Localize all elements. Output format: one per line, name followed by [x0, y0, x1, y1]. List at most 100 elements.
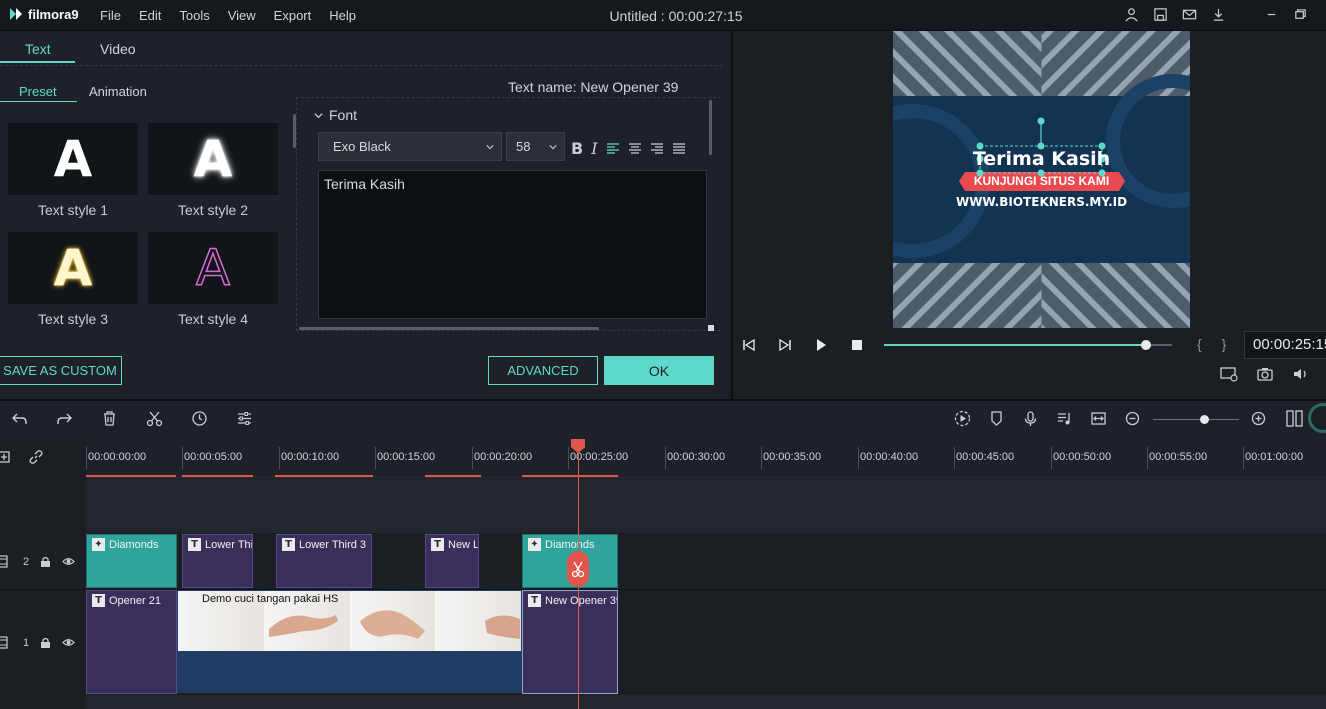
track-2-header: 2	[0, 555, 75, 568]
download-icon[interactable]	[1211, 7, 1226, 22]
font-panel-scrollbar[interactable]	[709, 100, 712, 155]
font-size-select[interactable]: 58	[506, 132, 565, 161]
previous-frame-icon[interactable]	[741, 337, 757, 353]
horizontal-scrollbar[interactable]	[299, 327, 599, 330]
link-icon[interactable]	[28, 449, 44, 465]
audio-mixer-icon[interactable]	[1056, 410, 1073, 427]
seek-bar-handle[interactable]	[1141, 340, 1151, 350]
text-style-3-card[interactable]: A	[8, 232, 138, 304]
zoom-in-icon[interactable]	[1250, 410, 1267, 427]
text-clip-icon: T	[188, 538, 201, 551]
align-justify-icon[interactable]	[672, 142, 686, 155]
font-family-value: Exo Black	[333, 139, 391, 154]
text-clip-icon: T	[431, 538, 444, 551]
ruler-tick	[665, 447, 666, 469]
save-as-custom-button[interactable]: SAVE AS CUSTOM	[0, 356, 122, 385]
font-heading: Font	[329, 107, 358, 123]
advanced-button[interactable]: ADVANCED	[488, 356, 598, 385]
split-icon[interactable]	[146, 410, 163, 427]
snapshot-icon[interactable]	[1256, 366, 1274, 382]
render-preview-icon[interactable]	[1220, 366, 1238, 382]
clip-header: T New L	[431, 538, 478, 551]
chevron-down-icon	[549, 145, 557, 150]
font-section-header[interactable]: Font	[314, 107, 357, 123]
render-icon[interactable]	[954, 410, 971, 427]
marker-icon[interactable]	[988, 410, 1005, 427]
mail-icon[interactable]	[1182, 7, 1197, 22]
format-toolbar: B I	[571, 139, 686, 158]
text-style-2-card[interactable]: A	[148, 123, 278, 195]
lock-icon[interactable]	[39, 636, 52, 649]
tab-text[interactable]: Text	[25, 41, 51, 57]
tab-video[interactable]: Video	[100, 41, 136, 57]
video-thumbnail	[349, 591, 436, 651]
marker-braces[interactable]: { }	[1197, 336, 1234, 352]
timeline-ruler[interactable]: 00:00:00:00 00:00:05:00 00:00:10:00 00:0…	[86, 439, 1326, 478]
eye-icon[interactable]	[62, 555, 75, 568]
text-content-field[interactable]: Terima Kasih	[318, 170, 707, 319]
ruler-label: 00:00:10:00	[281, 451, 340, 463]
restore-icon[interactable]	[1293, 7, 1308, 22]
text-style-4-card[interactable]: A	[148, 232, 278, 304]
font-size-value: 58	[516, 139, 531, 154]
video-preview[interactable]: Terima Kasih KUNJUNGI SITUS KAMI WWW.BIO…	[893, 31, 1190, 328]
undo-icon[interactable]	[11, 410, 28, 427]
minimize-icon[interactable]	[1264, 7, 1279, 22]
bold-icon[interactable]: B	[571, 139, 583, 158]
redo-icon[interactable]	[56, 410, 73, 427]
clip-lower-third-3[interactable]: T Lower Third 3	[276, 534, 372, 588]
align-center-icon[interactable]	[628, 142, 642, 155]
split-view-icon[interactable]	[1286, 410, 1304, 427]
clip-lower-third[interactable]: T Lower Thi	[182, 534, 253, 588]
zoom-slider-handle[interactable]	[1200, 415, 1209, 424]
ruler-tick	[1147, 447, 1148, 469]
volume-icon[interactable]	[1292, 366, 1310, 382]
microphone-icon[interactable]	[1022, 410, 1039, 427]
ruler-label: 00:00:00:00	[88, 451, 147, 463]
ok-button[interactable]: OK	[604, 356, 714, 385]
empty-track	[86, 479, 1326, 533]
next-frame-icon[interactable]	[777, 337, 793, 353]
split-at-playhead-button[interactable]	[567, 551, 589, 587]
eye-icon[interactable]	[62, 636, 75, 649]
render-status-bar	[275, 475, 373, 477]
stop-icon[interactable]	[849, 337, 865, 353]
resize-handle[interactable]	[708, 325, 714, 331]
preview-title-text: Terima Kasih	[972, 148, 1111, 170]
italic-icon[interactable]: I	[591, 139, 597, 158]
subtab-preset[interactable]: Preset	[19, 84, 57, 99]
fit-timeline-icon[interactable]	[1090, 410, 1107, 427]
hands-image	[359, 610, 425, 639]
zoom-out-icon[interactable]	[1124, 410, 1141, 427]
ruler-label: 00:00:45:00	[956, 451, 1015, 463]
clip-new-opener-39[interactable]: T New Opener 39	[522, 590, 618, 694]
clip-title: Lower Thi	[205, 538, 253, 551]
save-icon[interactable]	[1153, 7, 1168, 22]
zoom-slider[interactable]	[1153, 419, 1239, 420]
play-icon[interactable]	[813, 337, 829, 353]
element-icon: ✦	[92, 538, 105, 551]
font-family-select[interactable]: Exo Black	[318, 132, 502, 161]
clip-opener-21[interactable]: T Opener 21	[86, 590, 177, 694]
clip-header: T Lower Third 3	[282, 538, 366, 551]
text-style-1-card[interactable]: A	[8, 123, 138, 195]
lock-icon[interactable]	[39, 555, 52, 568]
active-subtab-indicator	[0, 101, 77, 102]
element-icon: ✦	[528, 538, 541, 551]
align-left-icon[interactable]	[606, 142, 620, 155]
subtab-animation[interactable]: Animation	[89, 84, 147, 99]
delete-icon[interactable]	[101, 410, 118, 427]
adjust-icon[interactable]	[236, 410, 253, 427]
text-style-4-glyph: A	[195, 239, 231, 297]
clip-new-l[interactable]: T New L	[425, 534, 479, 588]
text-editor-panel: Text Video Preset Animation A Text style…	[0, 31, 728, 399]
account-icon[interactable]	[1124, 7, 1139, 22]
clip-header: T Opener 21	[92, 594, 161, 607]
align-right-icon[interactable]	[650, 142, 664, 155]
add-track-icon[interactable]	[0, 449, 16, 465]
ruler-label: 00:00:15:00	[377, 451, 436, 463]
clip-diamonds[interactable]: ✦ Diamonds	[86, 534, 177, 588]
ruler-tick	[182, 447, 183, 469]
duration-icon[interactable]	[191, 410, 208, 427]
track-type-icon	[0, 555, 8, 568]
